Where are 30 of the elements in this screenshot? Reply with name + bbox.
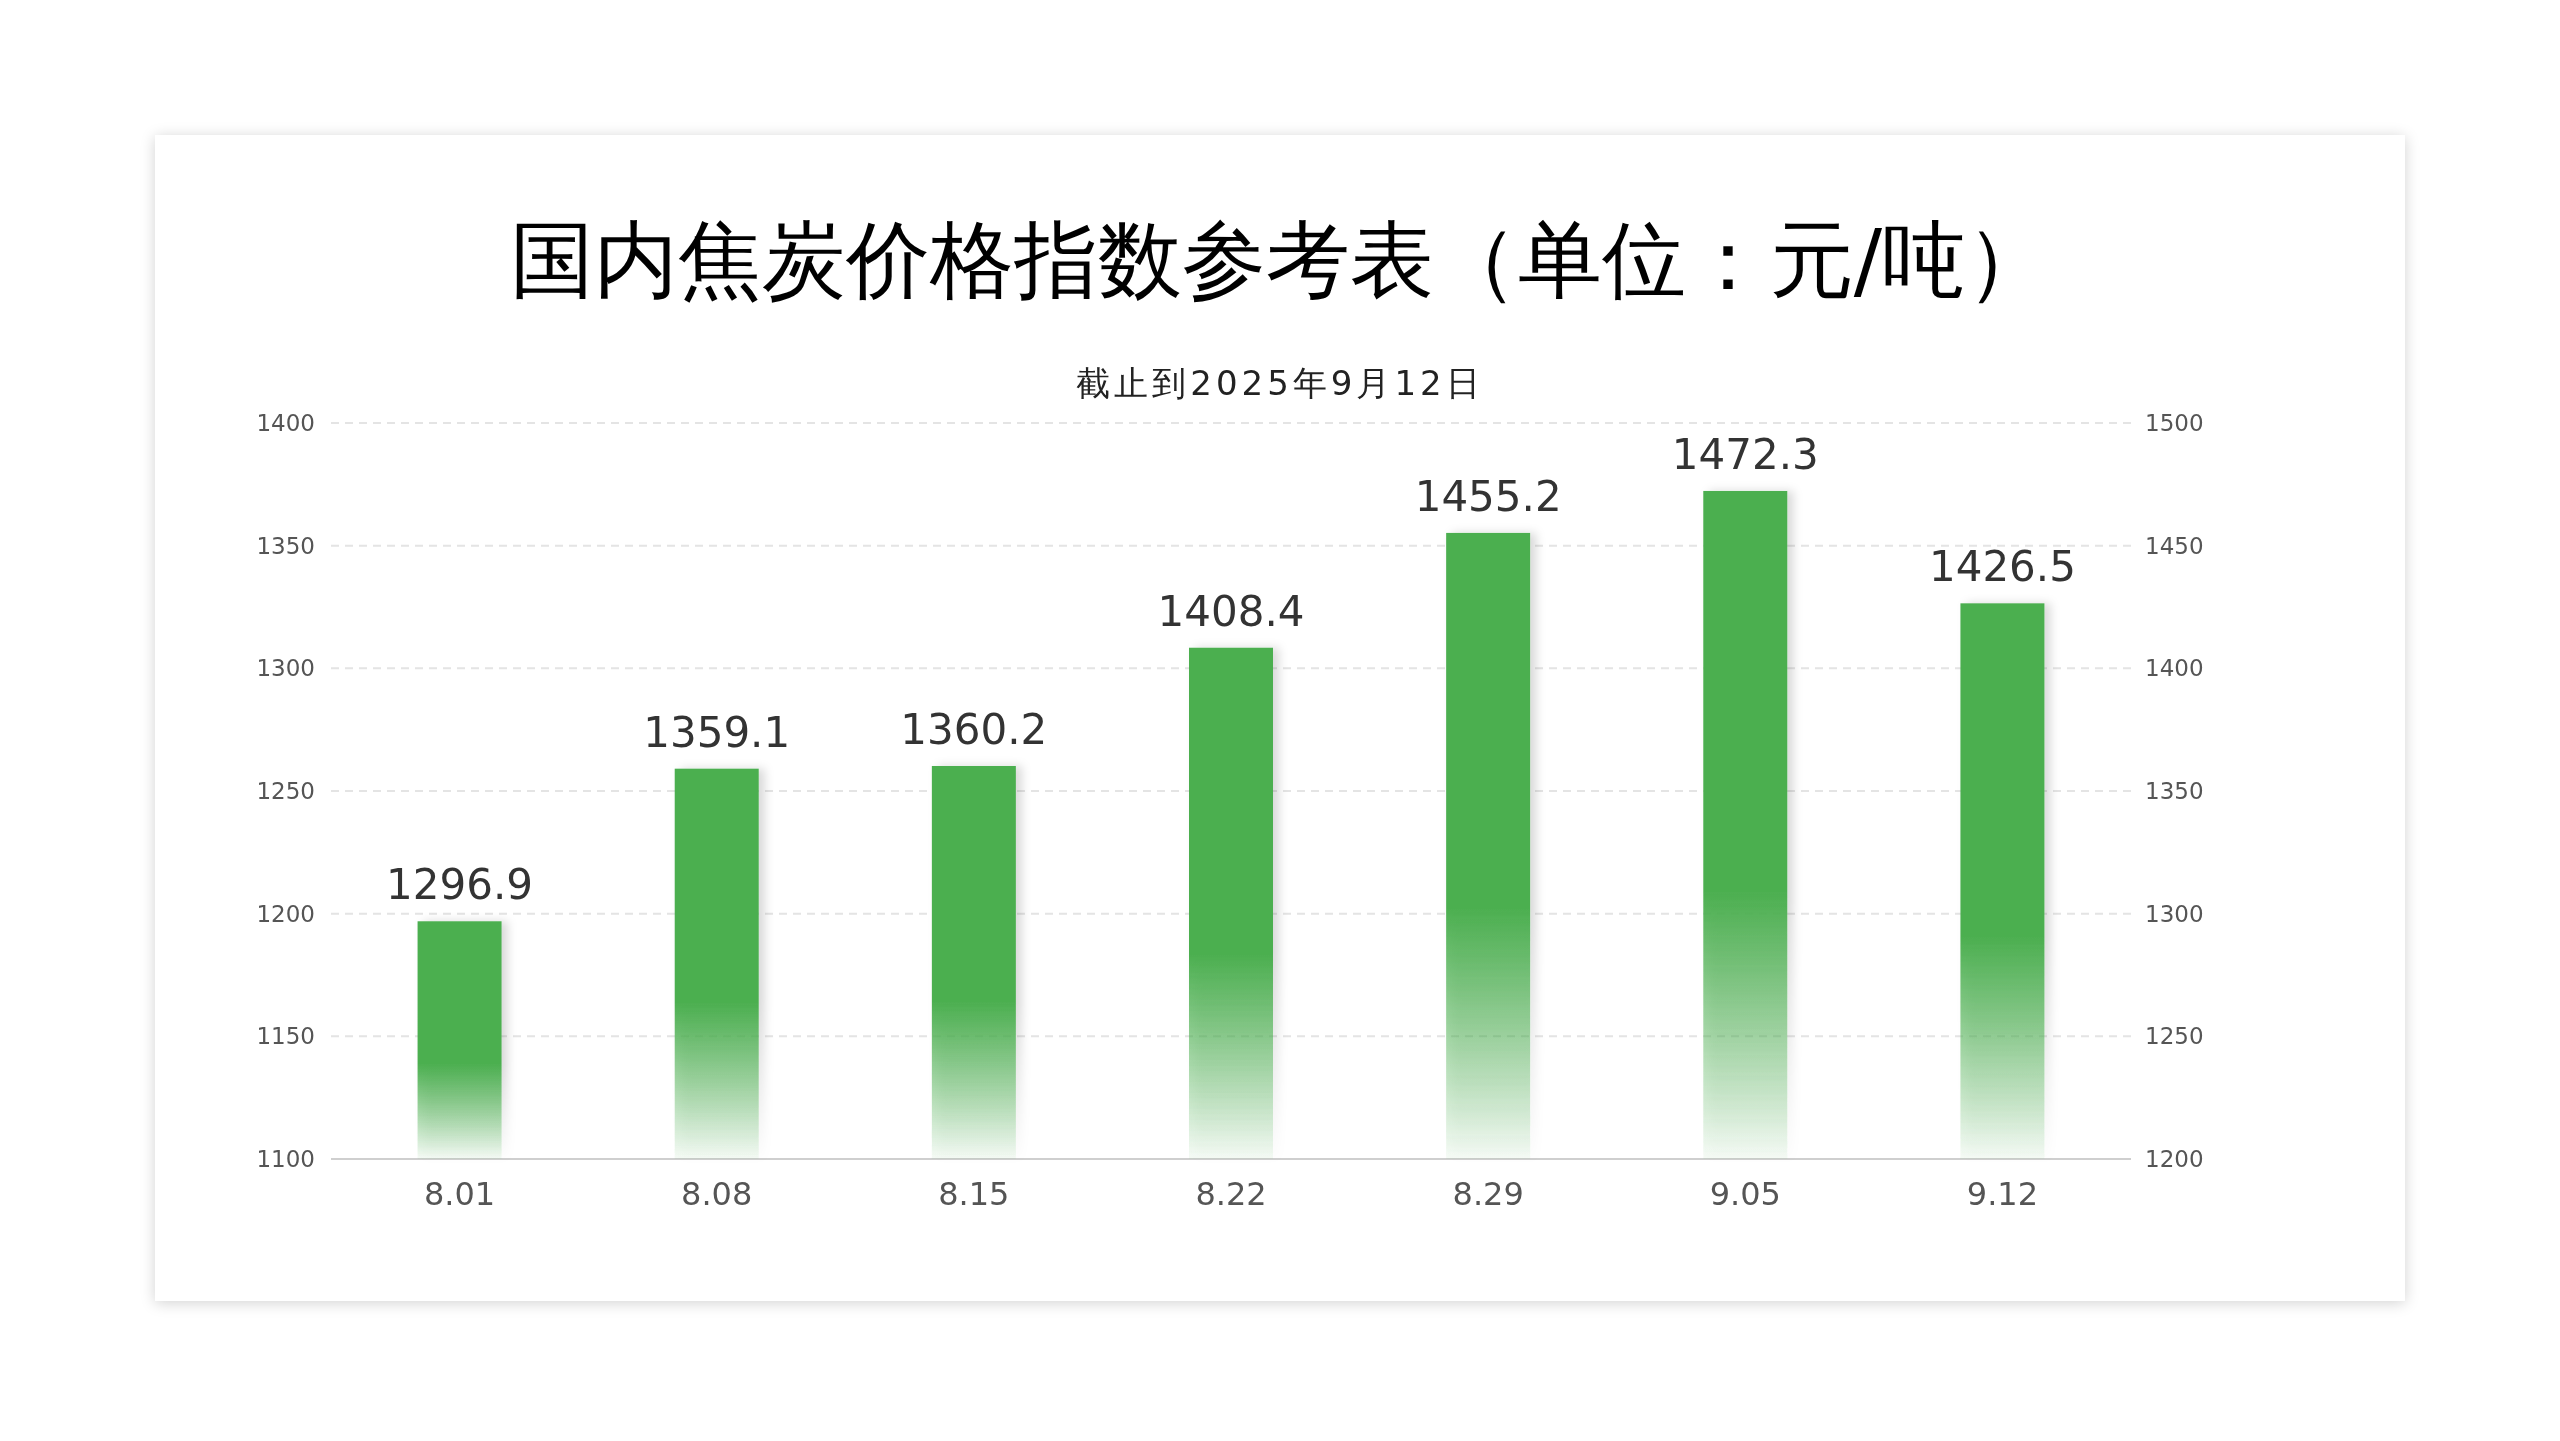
- category-label: 8.08: [681, 1175, 753, 1213]
- axis-tick-label: 1350: [2145, 778, 2204, 804]
- axis-tick-label: 1200: [2145, 1146, 2204, 1172]
- axis-tick-label: 1100: [256, 1146, 315, 1172]
- axis-tick-label: 1400: [2145, 655, 2204, 682]
- axis-tick-label: 1150: [256, 1023, 315, 1050]
- category-label: 9.05: [1709, 1175, 1781, 1213]
- value-label: 1296.9: [386, 860, 534, 910]
- axis-tick-label: 1300: [2145, 900, 2204, 927]
- axis-tick-label: 1200: [256, 900, 315, 927]
- axis-tick-label: 1300: [256, 655, 315, 682]
- axis-tick-label: 1450: [2145, 532, 2204, 559]
- category-label: 8.22: [1195, 1175, 1267, 1213]
- category-label: 8.15: [938, 1175, 1010, 1213]
- value-label: 1360.2: [900, 705, 1048, 754]
- axis-tick-label: 1350: [256, 532, 315, 559]
- axis-tick-label: 1400: [256, 410, 315, 436]
- category-label: 8.01: [423, 1175, 496, 1213]
- value-label: 1472.3: [1671, 429, 1819, 479]
- value-label: 1455.2: [1414, 471, 1562, 521]
- axis-tick-label: 1500: [2145, 410, 2204, 436]
- value-label: 1426.5: [1928, 542, 2076, 592]
- axis-tick-label: 1250: [256, 778, 315, 804]
- axis-tick-label: 1250: [2145, 1023, 2204, 1050]
- category-label: 8.29: [1452, 1175, 1524, 1213]
- chart-subtitle: 截止到2025年9月12日: [1076, 362, 1484, 405]
- category-label: 9.12: [1966, 1175, 2039, 1213]
- chart-title: 国内焦炭价格指数参考表（单位：元/吨）: [509, 210, 2051, 311]
- value-label: 1359.1: [643, 707, 791, 757]
- value-label: 1408.4: [1157, 586, 1305, 636]
